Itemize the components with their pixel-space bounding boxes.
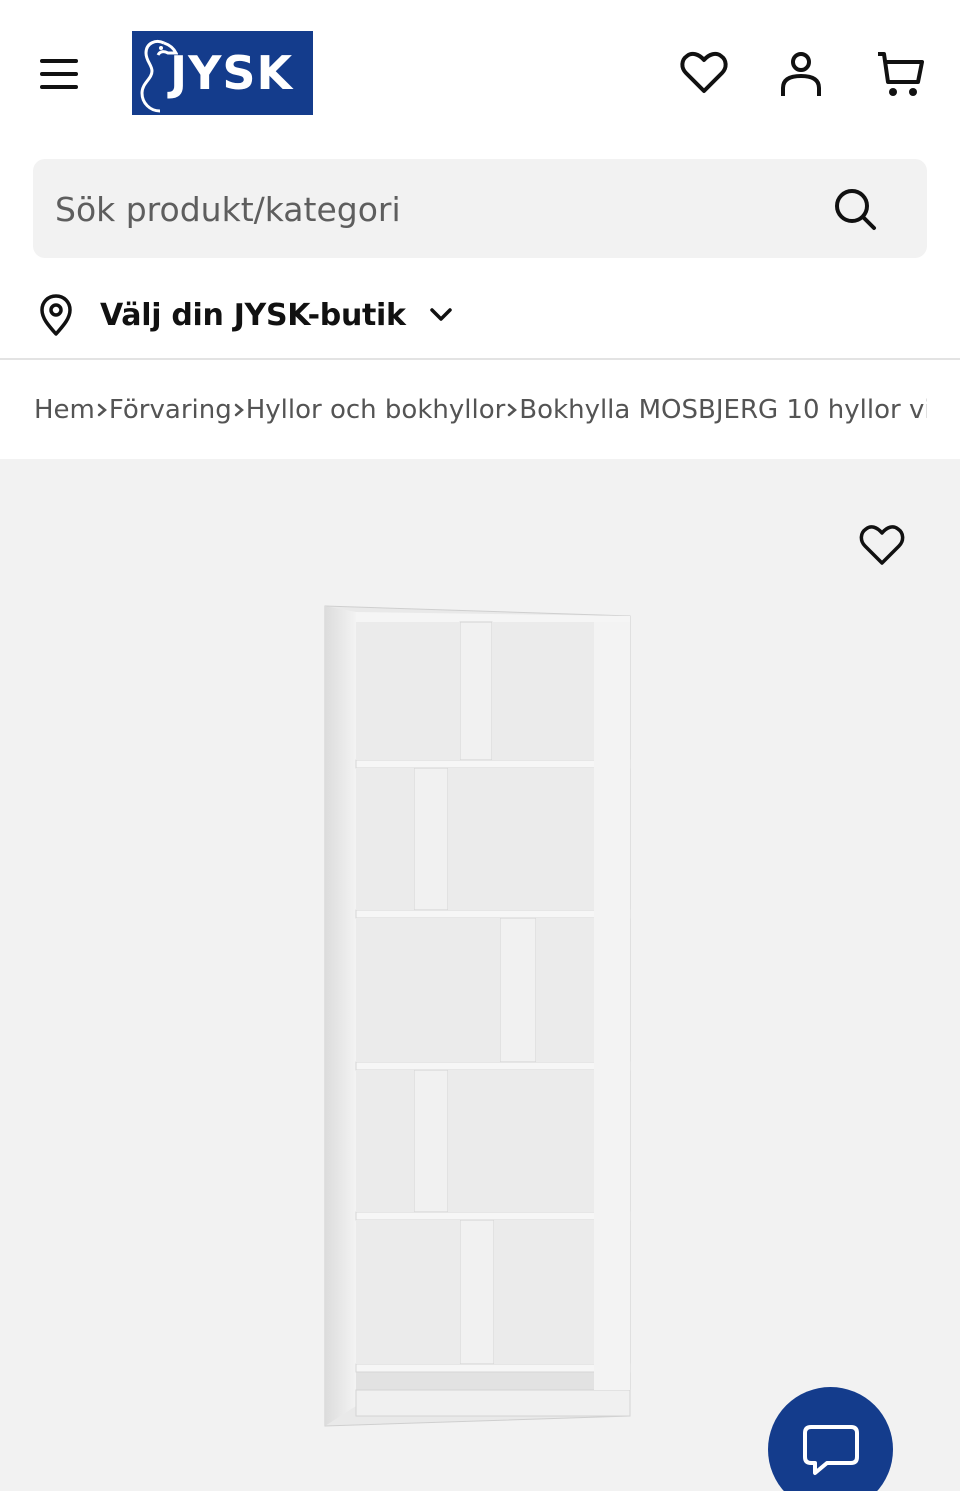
- chevron-right-icon: [95, 402, 109, 418]
- store-selector-label: Välj din JYSK-butik: [100, 297, 406, 333]
- menu-icon-bar: [40, 72, 78, 76]
- cart-icon[interactable]: [874, 48, 926, 100]
- menu-button[interactable]: [36, 52, 84, 96]
- chevron-down-icon: [429, 308, 452, 321]
- menu-icon-bar: [40, 85, 78, 89]
- chat-bubble-icon: [803, 1425, 859, 1475]
- product-image-bookshelf[interactable]: [318, 600, 638, 1430]
- store-selector[interactable]: Välj din JYSK-butik: [36, 290, 454, 340]
- user-icon[interactable]: [775, 48, 827, 100]
- location-pin-icon: [40, 294, 72, 336]
- breadcrumb-current: Bokhylla MOSBJERG 10 hyllor vit: [519, 395, 927, 425]
- header-divider: [0, 358, 960, 360]
- chevron-right-icon: [505, 402, 519, 418]
- site-header: JYSK: [0, 0, 960, 150]
- jysk-logo[interactable]: JYSK: [132, 31, 313, 115]
- menu-icon-bar: [40, 59, 78, 63]
- search-input[interactable]: [55, 185, 815, 233]
- search-box: [33, 159, 927, 258]
- chevron-right-icon: [232, 402, 246, 418]
- breadcrumb-item-hem[interactable]: Hem: [34, 395, 95, 425]
- add-to-wishlist-heart-icon[interactable]: [856, 520, 908, 572]
- breadcrumb-item-forvaring[interactable]: Förvaring: [109, 395, 232, 425]
- logo-text: JYSK: [170, 46, 294, 100]
- breadcrumb-item-hyllor[interactable]: Hyllor och bokhyllor: [246, 395, 506, 425]
- heart-icon[interactable]: [678, 48, 730, 100]
- breadcrumb: Hem Förvaring Hyllor och bokhyllor Bokhy…: [34, 388, 927, 432]
- search-icon[interactable]: [830, 184, 880, 234]
